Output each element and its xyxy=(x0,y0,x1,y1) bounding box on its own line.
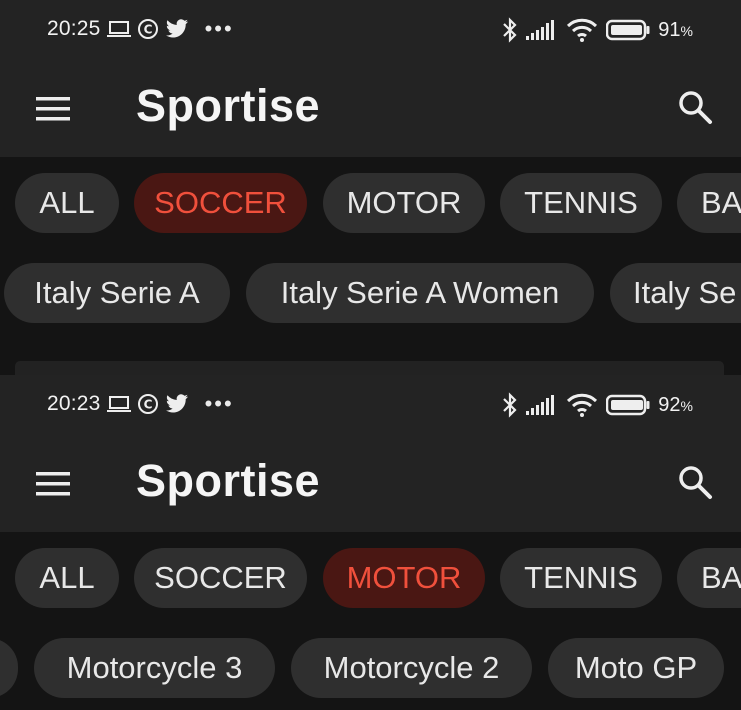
category-chip-all[interactable]: ALL xyxy=(15,173,119,233)
category-chip-soccer-selected[interactable]: SOCCER xyxy=(134,173,307,233)
more-dots-icon: ••• xyxy=(204,391,234,416)
league-chip-moto-gp[interactable]: Moto GP xyxy=(548,638,724,698)
league-chip-italy-serie-a[interactable]: Italy Serie A xyxy=(4,263,230,323)
category-tabs: ALL SOCCER MOTOR TENNIS BA xyxy=(0,548,741,612)
status-right: 91% xyxy=(502,17,693,43)
league-chip-italy-serie-a-women[interactable]: Italy Serie A Women xyxy=(246,263,594,323)
status-right: 92% xyxy=(502,392,693,418)
laptop-icon xyxy=(106,395,131,413)
svg-text:C: C xyxy=(143,398,152,412)
laptop-icon xyxy=(106,20,131,38)
search-icon[interactable] xyxy=(676,463,714,501)
wifi-icon xyxy=(566,18,598,42)
category-chip-motor-selected[interactable]: MOTOR xyxy=(323,548,485,608)
status-left: 20:25 C ••• xyxy=(47,17,234,41)
league-tabs: Motorcycle 3 Motorcycle 2 Moto GP xyxy=(0,638,741,702)
twitter-icon xyxy=(165,19,189,39)
battery-value: 92 xyxy=(658,393,681,416)
hamburger-menu-icon[interactable] xyxy=(34,467,72,501)
category-chip-tennis[interactable]: TENNIS xyxy=(500,548,662,608)
app-title: Sportise xyxy=(136,455,321,506)
battery-unit: % xyxy=(680,22,693,39)
bluetooth-icon xyxy=(502,392,518,418)
svg-text:C: C xyxy=(143,23,152,37)
hamburger-menu-icon[interactable] xyxy=(34,92,72,126)
league-chip-motorcycle-2[interactable]: Motorcycle 2 xyxy=(291,638,532,698)
category-chip-tennis[interactable]: TENNIS xyxy=(500,173,662,233)
signal-icon xyxy=(526,19,558,41)
status-bar: 20:25 C ••• 91% xyxy=(0,0,741,62)
league-chip-motorcycle-3[interactable]: Motorcycle 3 xyxy=(34,638,275,698)
league-chip-partial-left[interactable] xyxy=(0,638,18,698)
category-chip-soccer[interactable]: SOCCER xyxy=(134,548,307,608)
category-chip-motor[interactable]: MOTOR xyxy=(323,173,485,233)
category-chip-all[interactable]: ALL xyxy=(15,548,119,608)
panel-divider xyxy=(15,361,724,375)
twitter-icon xyxy=(165,394,189,414)
battery-icon xyxy=(606,19,650,41)
battery-percentage: 91% xyxy=(658,19,693,42)
league-chip-partial[interactable]: Italy Se xyxy=(610,263,741,323)
category-tabs: ALL SOCCER MOTOR TENNIS BA xyxy=(0,173,741,237)
battery-percentage: 92% xyxy=(658,394,693,417)
category-chip-partial[interactable]: BA xyxy=(677,173,741,233)
battery-value: 91 xyxy=(658,18,681,41)
copyright-c-icon: C xyxy=(137,393,159,415)
screenshot-panel-top: 20:25 C ••• 91% Sportise ALL SOCCER MOTO… xyxy=(0,0,741,362)
battery-unit: % xyxy=(680,397,693,414)
status-time: 20:23 xyxy=(47,392,101,415)
screenshot-panel-bottom: 20:23 C ••• 92% Sportise ALL SOCCER MOTO… xyxy=(0,375,741,710)
category-chip-partial[interactable]: BA xyxy=(677,548,741,608)
bluetooth-icon xyxy=(502,17,518,43)
copyright-c-icon: C xyxy=(137,18,159,40)
status-left: 20:23 C ••• xyxy=(47,392,234,416)
search-icon[interactable] xyxy=(676,88,714,126)
app-bar: Sportise xyxy=(0,437,741,532)
battery-icon xyxy=(606,394,650,416)
status-bar: 20:23 C ••• 92% xyxy=(0,375,741,437)
more-dots-icon: ••• xyxy=(204,16,234,41)
app-bar: Sportise xyxy=(0,62,741,157)
signal-icon xyxy=(526,394,558,416)
status-time: 20:25 xyxy=(47,17,101,40)
wifi-icon xyxy=(566,393,598,417)
app-title: Sportise xyxy=(136,80,321,131)
league-tabs: Italy Serie A Italy Serie A Women Italy … xyxy=(0,263,741,327)
